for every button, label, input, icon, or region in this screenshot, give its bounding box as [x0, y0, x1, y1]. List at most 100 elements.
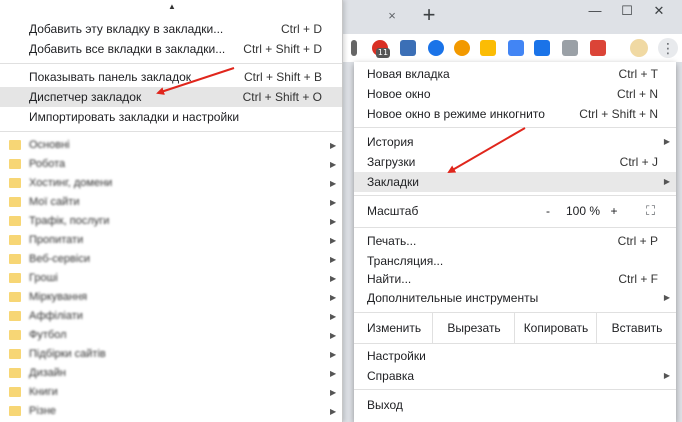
new-tab-item[interactable]: Новая вкладка Ctrl + T: [354, 64, 676, 84]
menu-item-label: Показывать панель закладок: [29, 70, 192, 84]
cast-item[interactable]: Трансляция...: [354, 251, 676, 271]
folder-name: Різне: [29, 405, 57, 417]
tab-close-icon[interactable]: ×: [384, 8, 400, 24]
shortcut-label: Ctrl + N: [616, 87, 658, 101]
menu-item-label: Печать...: [367, 234, 417, 248]
menu-item-label: Выход: [367, 398, 403, 412]
folder-name: Футбол: [29, 329, 67, 341]
history-item[interactable]: История ▶: [354, 132, 676, 152]
folder-name: Міркування: [29, 291, 88, 303]
check-extension-icon[interactable]: [534, 40, 550, 56]
moon-extension-icon[interactable]: [454, 40, 470, 56]
submenu-arrow-icon: ▶: [663, 293, 670, 302]
at-extension-icon[interactable]: [428, 40, 444, 56]
bookmark-folder[interactable]: Дизайн ▶: [0, 364, 342, 383]
pen-extension-icon[interactable]: [480, 40, 496, 56]
edit-row: Изменить Вырезать Копировать Вставить: [354, 313, 676, 343]
menu-item-label: Загрузки: [367, 155, 416, 169]
folder-name: Робота: [29, 158, 66, 170]
submenu-arrow-icon: ▶: [330, 198, 337, 207]
shortcut-label: Ctrl + Shift + O: [242, 90, 322, 104]
zoom-out-button[interactable]: -: [538, 201, 558, 221]
submenu-arrow-icon: ▶: [330, 236, 337, 245]
menu-item-label: Новое окно в режиме инкогнито: [367, 107, 545, 121]
divider: [354, 227, 676, 228]
bookmark-folder[interactable]: Трафік, послуги ▶: [0, 212, 342, 231]
bookmark-folder[interactable]: Книги ▶: [0, 383, 342, 402]
shortcut-label: Ctrl + D: [280, 22, 322, 36]
tools-extension-icon[interactable]: [562, 40, 578, 56]
incognito-window-item[interactable]: Новое окно в режиме инкогнито Ctrl + Shi…: [354, 104, 676, 124]
shortcut-label: Ctrl + F: [618, 272, 658, 286]
add-all-tabs-to-bookmarks-item[interactable]: Добавить все вкладки в закладки... Ctrl …: [0, 39, 342, 59]
folder-icon: [9, 387, 21, 397]
folder-name: Аффіліати: [29, 310, 83, 322]
close-window-button[interactable]: ✕: [642, 0, 676, 22]
folder-icon: [9, 368, 21, 378]
submenu-arrow-icon: ▶: [330, 312, 337, 321]
menu-item-label: Новая вкладка: [367, 67, 450, 81]
print-item[interactable]: Печать... Ctrl + P: [354, 231, 676, 251]
bookmark-folder[interactable]: Основні ▶: [0, 136, 342, 155]
menu-item-label: Справка: [367, 369, 415, 383]
maximize-button[interactable]: ☐: [610, 0, 644, 22]
bookmark-folder[interactable]: Аффіліати ▶: [0, 307, 342, 326]
folder-icon: [9, 273, 21, 283]
shortcut-label: Ctrl + P: [617, 234, 658, 248]
cut-button[interactable]: Вырезать: [432, 313, 515, 343]
divider: [354, 389, 676, 390]
bookmark-folder[interactable]: Хостинг, домени ▶: [0, 174, 342, 193]
new-tab-button[interactable]: +: [418, 4, 440, 26]
downloads-item[interactable]: Загрузки Ctrl + J: [354, 152, 676, 172]
paste-button[interactable]: Вставить: [596, 313, 677, 343]
fullscreen-icon[interactable]: ⛶: [646, 201, 655, 221]
folder-name: Підбірки сайтів: [29, 348, 106, 360]
bookmark-folder[interactable]: Різне ▶: [0, 402, 342, 421]
translate-extension-icon[interactable]: [508, 40, 524, 56]
zoom-in-button[interactable]: +: [604, 201, 624, 221]
eyedropper-extension-icon[interactable]: [351, 40, 357, 56]
show-bookmarks-bar-item[interactable]: Показывать панель закладок Ctrl + Shift …: [0, 67, 342, 87]
bookmarks-item[interactable]: Закладки ▶: [354, 172, 676, 192]
submenu-arrow-icon: ▶: [330, 388, 337, 397]
find-item[interactable]: Найти... Ctrl + F: [354, 269, 676, 289]
folder-icon: [9, 140, 21, 150]
bookmark-folder[interactable]: Футбол ▶: [0, 326, 342, 345]
submenu-arrow-icon: ▶: [663, 177, 670, 186]
edit-label: Изменить: [367, 321, 422, 335]
bookmark-folder[interactable]: Веб-сервіси ▶: [0, 250, 342, 269]
flag-extension-icon[interactable]: [590, 40, 606, 56]
copy-button[interactable]: Копировать: [514, 313, 597, 343]
submenu-arrow-icon: ▶: [330, 160, 337, 169]
profile-avatar[interactable]: [630, 39, 648, 57]
add-tab-to-bookmarks-item[interactable]: Добавить эту вкладку в закладки... Ctrl …: [0, 19, 342, 39]
exit-item[interactable]: Выход: [354, 395, 676, 415]
submenu-arrow-icon: ▶: [330, 350, 337, 359]
bookmark-folder[interactable]: Пропитати ▶: [0, 231, 342, 250]
bookmark-folder[interactable]: Міркування ▶: [0, 288, 342, 307]
new-window-item[interactable]: Новое окно Ctrl + N: [354, 84, 676, 104]
submenu-arrow-icon: ▶: [330, 369, 337, 378]
shortcut-label: Ctrl + Shift + D: [243, 42, 322, 56]
folder-name: Книги: [29, 386, 58, 398]
settings-item[interactable]: Настройки: [354, 346, 676, 366]
import-bookmarks-item[interactable]: Импортировать закладки и настройки: [0, 107, 342, 127]
tab-bar: × + — ☐ ✕: [340, 0, 682, 34]
bookmark-folder[interactable]: Підбірки сайтів ▶: [0, 345, 342, 364]
bookmark-folder[interactable]: Мої сайти ▶: [0, 193, 342, 212]
bookmark-folder[interactable]: Гроші ▶: [0, 269, 342, 288]
bookmark-folder[interactable]: Робота ▶: [0, 155, 342, 174]
folder-icon: [9, 311, 21, 321]
scroll-up-icon[interactable]: ▲: [168, 2, 176, 11]
minimize-button[interactable]: —: [578, 0, 612, 22]
calendar-extension-icon[interactable]: [400, 40, 416, 56]
menu-item-label: Настройки: [367, 349, 426, 363]
folder-icon: [9, 159, 21, 169]
help-item[interactable]: Справка ▶: [354, 366, 676, 386]
more-tools-item[interactable]: Дополнительные инструменты ▶: [354, 288, 676, 308]
submenu-arrow-icon: ▶: [330, 141, 337, 150]
shortcut-label: Ctrl + Shift + N: [579, 107, 658, 121]
chrome-menu-icon[interactable]: ⋮: [658, 38, 678, 58]
folder-icon: [9, 254, 21, 264]
bookmark-manager-item[interactable]: Диспетчер закладок Ctrl + Shift + O: [0, 87, 342, 107]
